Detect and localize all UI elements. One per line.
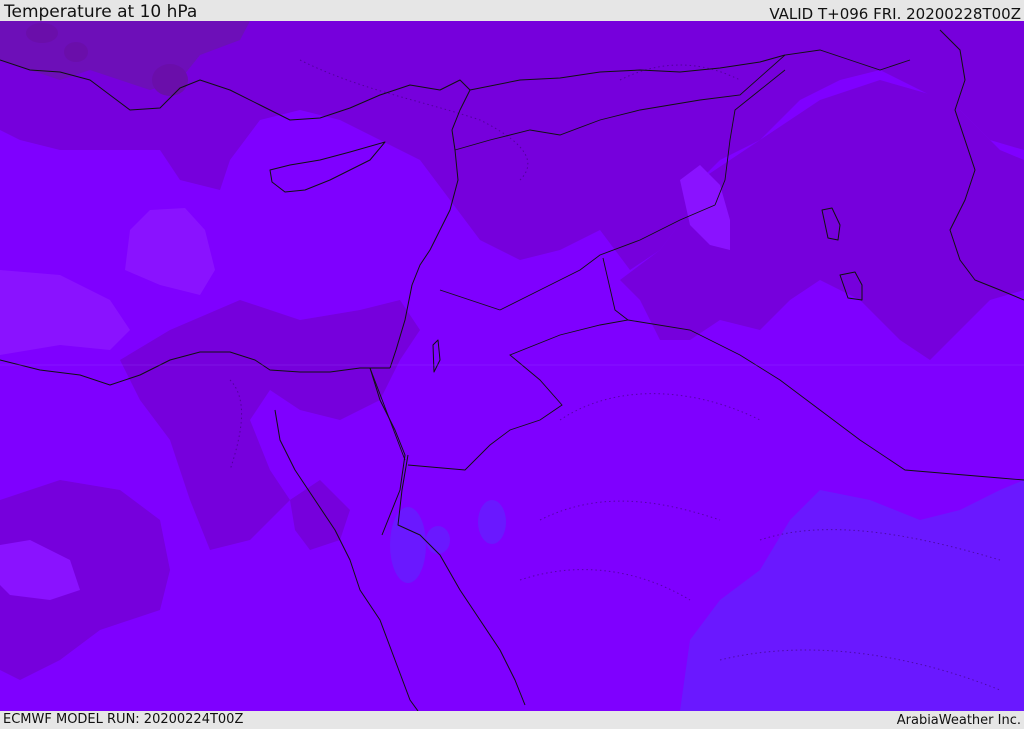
header-bar: Temperature at 10 hPa VALID T+096 FRI. 2… bbox=[0, 0, 1024, 23]
field-blue-spot-3 bbox=[426, 526, 450, 554]
field-pocket-3 bbox=[64, 42, 88, 62]
model-run-label: ECMWF MODEL RUN: 20200224T00Z bbox=[3, 712, 244, 727]
field-blue-spot-2 bbox=[390, 507, 426, 583]
field-pocket-1 bbox=[152, 64, 188, 96]
field-pocket-2 bbox=[26, 23, 58, 43]
map-title: Temperature at 10 hPa bbox=[4, 2, 198, 22]
credit-label: ArabiaWeather Inc. bbox=[896, 713, 1021, 728]
field-blue-spot-1 bbox=[478, 500, 506, 544]
temperature-map[interactable] bbox=[0, 21, 1024, 711]
footer-bar: ECMWF MODEL RUN: 20200224T00Z ArabiaWeat… bbox=[0, 711, 1024, 729]
